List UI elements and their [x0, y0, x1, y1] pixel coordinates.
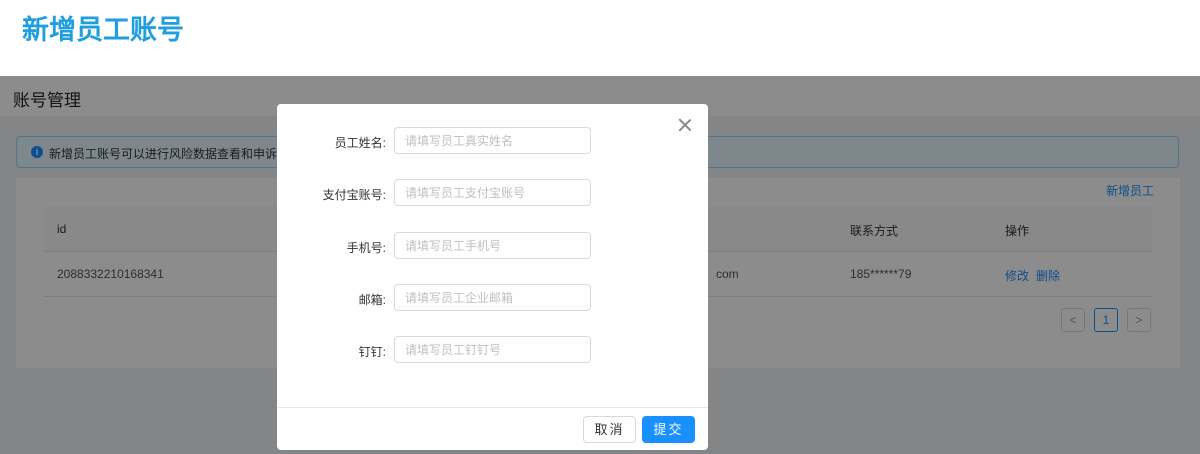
- cancel-button[interactable]: 取消: [583, 416, 636, 443]
- form-row-dingtalk: 钉钉:: [277, 336, 708, 364]
- label-dingtalk: 钉钉:: [358, 345, 386, 359]
- form-row-phone: 手机号:: [277, 232, 708, 260]
- alipay-account-input[interactable]: [394, 179, 591, 206]
- form-row-alipay: 支付宝账号:: [277, 179, 708, 207]
- add-employee-modal: 员工姓名: 支付宝账号: 手机号: 邮箱: 钉钉: 取消 提交: [277, 104, 708, 450]
- name-input[interactable]: [394, 127, 591, 154]
- modal-footer: 取消 提交: [277, 407, 708, 451]
- dingtalk-input[interactable]: [394, 336, 591, 363]
- label-name: 员工姓名:: [334, 136, 386, 150]
- phone-input[interactable]: [394, 232, 591, 259]
- email-input[interactable]: [394, 284, 591, 311]
- form-row-email: 邮箱:: [277, 284, 708, 312]
- label-alipay: 支付宝账号:: [322, 188, 386, 202]
- submit-button[interactable]: 提交: [642, 416, 695, 443]
- page-heading: 新增员工账号: [22, 15, 184, 45]
- label-phone: 手机号:: [346, 241, 386, 255]
- form-row-name: 员工姓名:: [277, 127, 708, 155]
- label-email: 邮箱:: [358, 293, 386, 307]
